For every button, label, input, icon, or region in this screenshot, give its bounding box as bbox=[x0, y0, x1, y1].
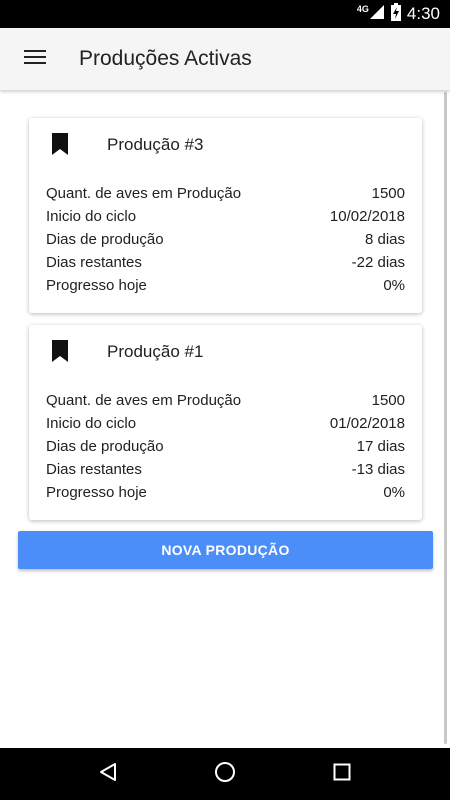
production-card[interactable]: Produção #3 Quant. de aves em Produção 1… bbox=[29, 118, 422, 313]
bookmark-icon bbox=[51, 339, 69, 368]
card-details: Quant. de aves em Produção 1500 Inicio d… bbox=[46, 389, 405, 504]
detail-row-production-days: Dias de produção 17 dias bbox=[46, 435, 405, 458]
home-button[interactable] bbox=[195, 748, 255, 800]
network-type: 4G bbox=[356, 4, 369, 14]
detail-label: Inicio do ciclo bbox=[46, 415, 137, 432]
system-nav-bar bbox=[0, 748, 450, 800]
detail-value: 8 dias bbox=[364, 231, 405, 248]
detail-label: Dias de produção bbox=[46, 438, 164, 455]
production-card[interactable]: Produção #1 Quant. de aves em Produção 1… bbox=[29, 325, 422, 520]
detail-value: -13 dias bbox=[351, 461, 405, 478]
detail-row-remaining-days: Dias restantes -22 dias bbox=[46, 251, 405, 274]
new-production-button[interactable]: NOVA PRODUÇÃO bbox=[18, 531, 433, 569]
card-header: Produção #3 bbox=[29, 118, 422, 174]
detail-value: 1500 bbox=[371, 392, 405, 409]
bookmark-icon bbox=[51, 132, 69, 161]
card-title: Produção #1 bbox=[107, 342, 204, 361]
screen: 4G 4:30 Produções Activas Produção #3 Qu… bbox=[0, 0, 450, 800]
detail-value: 10/02/2018 bbox=[329, 208, 405, 225]
signal-icon bbox=[369, 4, 385, 25]
production-list[interactable]: Produção #3 Quant. de aves em Produção 1… bbox=[0, 90, 450, 748]
detail-row-progress: Progresso hoje 0% bbox=[46, 481, 405, 504]
clock: 4:30 bbox=[406, 4, 440, 23]
status-bar: 4G 4:30 bbox=[0, 0, 450, 28]
card-header: Produção #1 bbox=[29, 325, 422, 381]
card-title: Produção #3 bbox=[107, 135, 204, 154]
detail-row-remaining-days: Dias restantes -13 dias bbox=[46, 458, 405, 481]
app-bar: Produções Activas bbox=[0, 28, 450, 90]
battery-icon bbox=[390, 2, 401, 26]
detail-row-production-days: Dias de produção 8 dias bbox=[46, 228, 405, 251]
card-details: Quant. de aves em Produção 1500 Inicio d… bbox=[46, 182, 405, 297]
recents-square-icon bbox=[333, 763, 351, 786]
scrollbar[interactable] bbox=[444, 92, 447, 744]
detail-label: Quant. de aves em Produção bbox=[46, 185, 242, 202]
back-button[interactable] bbox=[78, 748, 138, 800]
home-circle-icon bbox=[214, 761, 236, 788]
detail-row-cycle-start: Inicio do ciclo 10/02/2018 bbox=[46, 205, 405, 228]
detail-value: -22 dias bbox=[351, 254, 405, 271]
recents-button[interactable] bbox=[312, 748, 372, 800]
detail-label: Dias restantes bbox=[46, 461, 142, 478]
detail-label: Progresso hoje bbox=[46, 277, 147, 294]
hamburger-menu-icon bbox=[24, 49, 46, 70]
menu-button[interactable] bbox=[0, 28, 70, 90]
detail-label: Progresso hoje bbox=[46, 484, 147, 501]
detail-value: 0% bbox=[383, 484, 405, 501]
detail-label: Inicio do ciclo bbox=[46, 208, 137, 225]
detail-value: 01/02/2018 bbox=[329, 415, 405, 432]
detail-row-birds: Quant. de aves em Produção 1500 bbox=[46, 389, 405, 412]
detail-label: Dias de produção bbox=[46, 231, 164, 248]
detail-value: 1500 bbox=[371, 185, 405, 202]
detail-value: 17 dias bbox=[356, 438, 405, 455]
detail-value: 0% bbox=[383, 277, 405, 294]
detail-label: Dias restantes bbox=[46, 254, 142, 271]
detail-label: Quant. de aves em Produção bbox=[46, 392, 242, 409]
page-title: Produções Activas bbox=[79, 47, 252, 70]
detail-row-birds: Quant. de aves em Produção 1500 bbox=[46, 182, 405, 205]
detail-row-cycle-start: Inicio do ciclo 01/02/2018 bbox=[46, 412, 405, 435]
detail-row-progress: Progresso hoje 0% bbox=[46, 274, 405, 297]
back-triangle-icon bbox=[98, 762, 118, 787]
